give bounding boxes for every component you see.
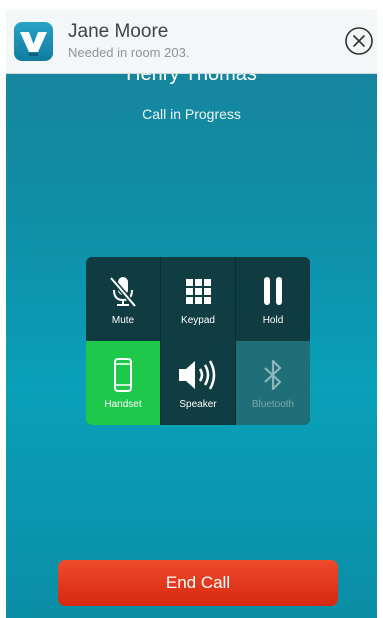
bluetooth-button[interactable]: Bluetooth (236, 341, 310, 425)
end-call-button[interactable]: End Call (58, 560, 338, 606)
hold-label: Hold (262, 315, 284, 326)
mute-button[interactable]: Mute (86, 257, 160, 341)
mic-muted-icon (105, 273, 141, 309)
speaker-icon (176, 357, 220, 393)
handset-icon (105, 357, 141, 393)
vocera-app-icon (14, 22, 53, 61)
notification-title: Jane Moore (68, 21, 169, 42)
keypad-button[interactable]: Keypad (161, 257, 235, 341)
bluetooth-label: Bluetooth (251, 399, 295, 410)
call-status: Call in Progress (142, 106, 241, 122)
call-controls-grid: Mute Keypad Hold Handset Speaker Bluetoo… (86, 257, 310, 425)
speaker-button[interactable]: Speaker (161, 341, 235, 425)
mute-label: Mute (111, 315, 135, 326)
notification-banner[interactable]: Jane Moore Needed in room 203. (6, 10, 377, 74)
hold-button[interactable]: Hold (236, 257, 310, 341)
call-screen: Henry Thomas Call in Progress Mute Keypa… (6, 10, 377, 618)
keypad-label: Keypad (181, 315, 215, 326)
pause-icon (255, 273, 291, 309)
close-icon[interactable] (344, 26, 374, 56)
handset-label: Handset (104, 399, 142, 410)
keypad-icon (180, 273, 216, 309)
bluetooth-icon (255, 357, 291, 393)
grid-divider (160, 257, 161, 425)
notification-message: Needed in room 203. (68, 45, 190, 60)
handset-button[interactable]: Handset (86, 341, 160, 425)
grid-divider (235, 257, 236, 425)
speaker-label: Speaker (179, 399, 217, 410)
